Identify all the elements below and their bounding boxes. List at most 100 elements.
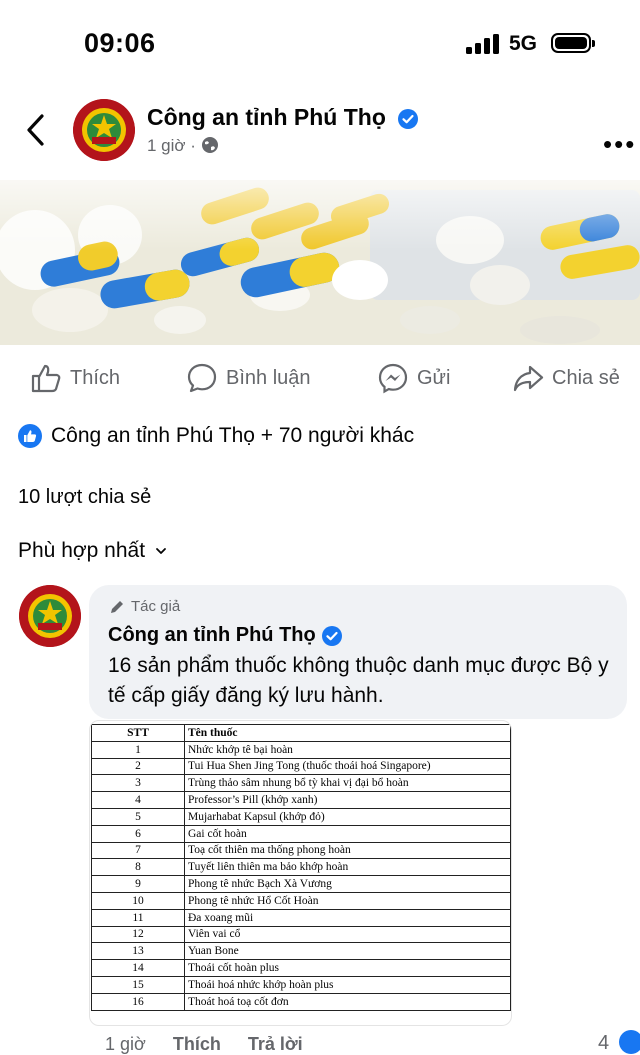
author-badge: Tác giả xyxy=(109,598,180,615)
table-row: 4 Professor’s Pill (khớp xanh) xyxy=(91,791,511,809)
row-number-cell: 4 xyxy=(91,791,185,809)
comment-bubble: Tác giả Công an tỉnh Phú Thọ 16 sản phẩm… xyxy=(89,585,627,719)
post-actions: Thích Bình luận Gửi Chia sẻ xyxy=(0,352,640,402)
globe-icon xyxy=(201,137,218,153)
row-number-cell: 3 xyxy=(91,774,185,793)
share-label: Chia sẻ xyxy=(552,366,620,389)
comment-label: Bình luận xyxy=(226,366,311,389)
table-row: 10 Phong tê nhức Hổ Cốt Hoàn xyxy=(91,891,511,910)
table-row: 2 Tui Hua Shen Jing Tong (thuốc thoái hoá… xyxy=(91,757,511,776)
drug-name-cell: Phong tê nhức Hổ Cốt Hoàn xyxy=(184,891,511,910)
drug-name-cell: Yuan Bone xyxy=(184,942,511,961)
like-label: Thích xyxy=(70,366,121,389)
cellular-signal-icon xyxy=(466,34,499,54)
comment-like-count[interactable]: 4 xyxy=(598,1032,609,1055)
battery-icon xyxy=(551,33,595,53)
table-row: 13 Yuan Bone xyxy=(91,942,511,961)
column-header: Tên thuốc xyxy=(184,724,511,742)
row-number-cell: 2 xyxy=(91,757,185,776)
drug-name-cell: Đa xoang mũi xyxy=(184,908,511,927)
comment-sort-dropdown[interactable]: Phù hợp nhất xyxy=(18,539,167,563)
drug-name-cell: Thoái cốt hoàn plus xyxy=(184,959,511,977)
drug-name-cell: Viên vai cổ xyxy=(184,925,511,944)
post-meta: 1 giờ · xyxy=(147,136,219,156)
send-button[interactable]: Gửi xyxy=(377,362,450,394)
pencil-icon xyxy=(111,600,123,613)
page-name[interactable]: Công an tỉnh Phú Thọ xyxy=(147,104,386,130)
post-header: Công an tỉnh Phú Thọ 1 giờ · ••• xyxy=(0,95,640,175)
comment-time: 1 giờ xyxy=(105,1034,146,1054)
author-tag-label: Tác giả xyxy=(131,598,181,615)
meta-separator: · xyxy=(190,136,196,155)
table-row: 5 Mujarhabat Kapsul (khớp đỏ) xyxy=(91,807,511,826)
drug-name-cell: Nhức khớp tê bại hoàn xyxy=(184,740,511,759)
drug-name-cell: Phong tê nhức Bạch Xà Vương xyxy=(184,875,511,893)
row-number-cell: 5 xyxy=(91,807,185,826)
comment-attached-image[interactable]: STT Tên thuốc 1 Nhức khớp tê bại hoàn 2 Tui… xyxy=(89,720,512,1026)
table-row: 16 Thoát hoá toạ cốt đơn xyxy=(91,992,511,1011)
reactions-text: Công an tỉnh Phú Thọ + 70 người khác xyxy=(51,424,415,447)
network-type: 5G xyxy=(509,32,538,55)
reactions-summary[interactable]: Công an tỉnh Phú Thọ + 70 người khác xyxy=(18,424,414,448)
table-row: 12 Viên vai cổ xyxy=(91,925,511,944)
row-number-cell: 9 xyxy=(91,875,185,893)
thumbs-up-icon xyxy=(31,364,61,393)
row-number-cell: 12 xyxy=(91,925,185,944)
comment-reply-button[interactable]: Trả lời xyxy=(248,1034,303,1054)
row-number-cell: 14 xyxy=(91,959,185,977)
drug-name-cell: Gai cốt hoàn xyxy=(184,824,511,843)
post-image[interactable] xyxy=(0,180,640,345)
verified-badge-icon xyxy=(321,625,342,646)
comment-like-button[interactable]: Thích xyxy=(173,1034,221,1054)
drug-name-cell: Thoát hoá toạ cốt đơn xyxy=(184,992,511,1011)
table-row: 3 Trùng thảo sâm nhung bổ tỳ khai vị đại … xyxy=(91,774,511,793)
drug-name-cell: Professor’s Pill (khớp xanh) xyxy=(184,791,511,809)
drug-name-cell: Toạ cốt thiên ma thống phong hoàn xyxy=(184,841,511,860)
table-row: 6 Gai cốt hoàn xyxy=(91,824,511,843)
sort-label: Phù hợp nhất xyxy=(18,539,146,562)
row-number-cell: 15 xyxy=(91,975,185,994)
verified-badge-icon xyxy=(398,108,419,129)
pills-photo xyxy=(0,180,640,345)
comment-button[interactable]: Bình luận xyxy=(186,362,311,394)
row-number-cell: 7 xyxy=(91,841,185,860)
like-reaction-icon xyxy=(18,424,42,448)
drug-table: STT Tên thuốc 1 Nhức khớp tê bại hoàn 2 Tui… xyxy=(91,724,511,1011)
table-row: 7 Toạ cốt thiên ma thống phong hoàn xyxy=(91,841,511,860)
commenter-avatar[interactable] xyxy=(19,585,81,647)
back-arrow-icon[interactable] xyxy=(24,113,48,147)
more-options-icon[interactable]: ••• xyxy=(603,129,636,160)
drug-name-cell: Thoái hoá nhức khớp hoàn plus xyxy=(184,975,511,994)
comment-author-name[interactable]: Công an tỉnh Phú Thọ xyxy=(108,624,316,647)
drug-name-cell: Mujarhabat Kapsul (khớp đỏ) xyxy=(184,807,511,826)
comment-author[interactable]: Công an tỉnh Phú Thọ xyxy=(108,624,342,647)
share-button[interactable]: Chia sẻ xyxy=(512,362,620,394)
share-arrow-icon xyxy=(513,365,544,392)
drug-name-cell: Tuyết liên thiên ma bảo khớp hoàn xyxy=(184,858,511,877)
status-bar: 09:06 5G xyxy=(0,0,640,90)
send-label: Gửi xyxy=(417,366,451,389)
row-number-cell: 11 xyxy=(91,908,185,927)
like-button[interactable]: Thích xyxy=(30,362,120,394)
page-avatar[interactable] xyxy=(73,99,135,161)
share-count[interactable]: 10 lượt chia sẻ xyxy=(18,486,151,509)
post-time: 1 giờ xyxy=(147,136,186,155)
status-time: 09:06 xyxy=(84,28,156,58)
table-row: 1 Nhức khớp tê bại hoàn xyxy=(91,740,511,759)
column-header: STT xyxy=(91,724,185,742)
drug-name-cell: Tui Hua Shen Jing Tong (thuốc thoái hoá … xyxy=(184,757,511,776)
like-reaction-icon xyxy=(619,1030,640,1054)
row-number-cell: 6 xyxy=(91,824,185,843)
table-row: 9 Phong tê nhức Bạch Xà Vương xyxy=(91,875,511,893)
table-body: 1 Nhức khớp tê bại hoàn 2 Tui Hua Shen Jing… xyxy=(91,740,511,1011)
messenger-icon xyxy=(378,363,408,394)
table-row: 11 Đa xoang mũi xyxy=(91,908,511,927)
table-row: 8 Tuyết liên thiên ma bảo khớp hoàn xyxy=(91,858,511,877)
table-header-row: STT Tên thuốc xyxy=(91,724,511,742)
page-name-row[interactable]: Công an tỉnh Phú Thọ xyxy=(147,104,419,131)
comment-footer: 1 giờ Thích Trả lời xyxy=(105,1034,325,1055)
chevron-down-icon xyxy=(156,548,166,554)
row-number-cell: 1 xyxy=(91,740,185,759)
police-emblem-icon xyxy=(73,99,135,161)
row-number-cell: 8 xyxy=(91,858,185,877)
